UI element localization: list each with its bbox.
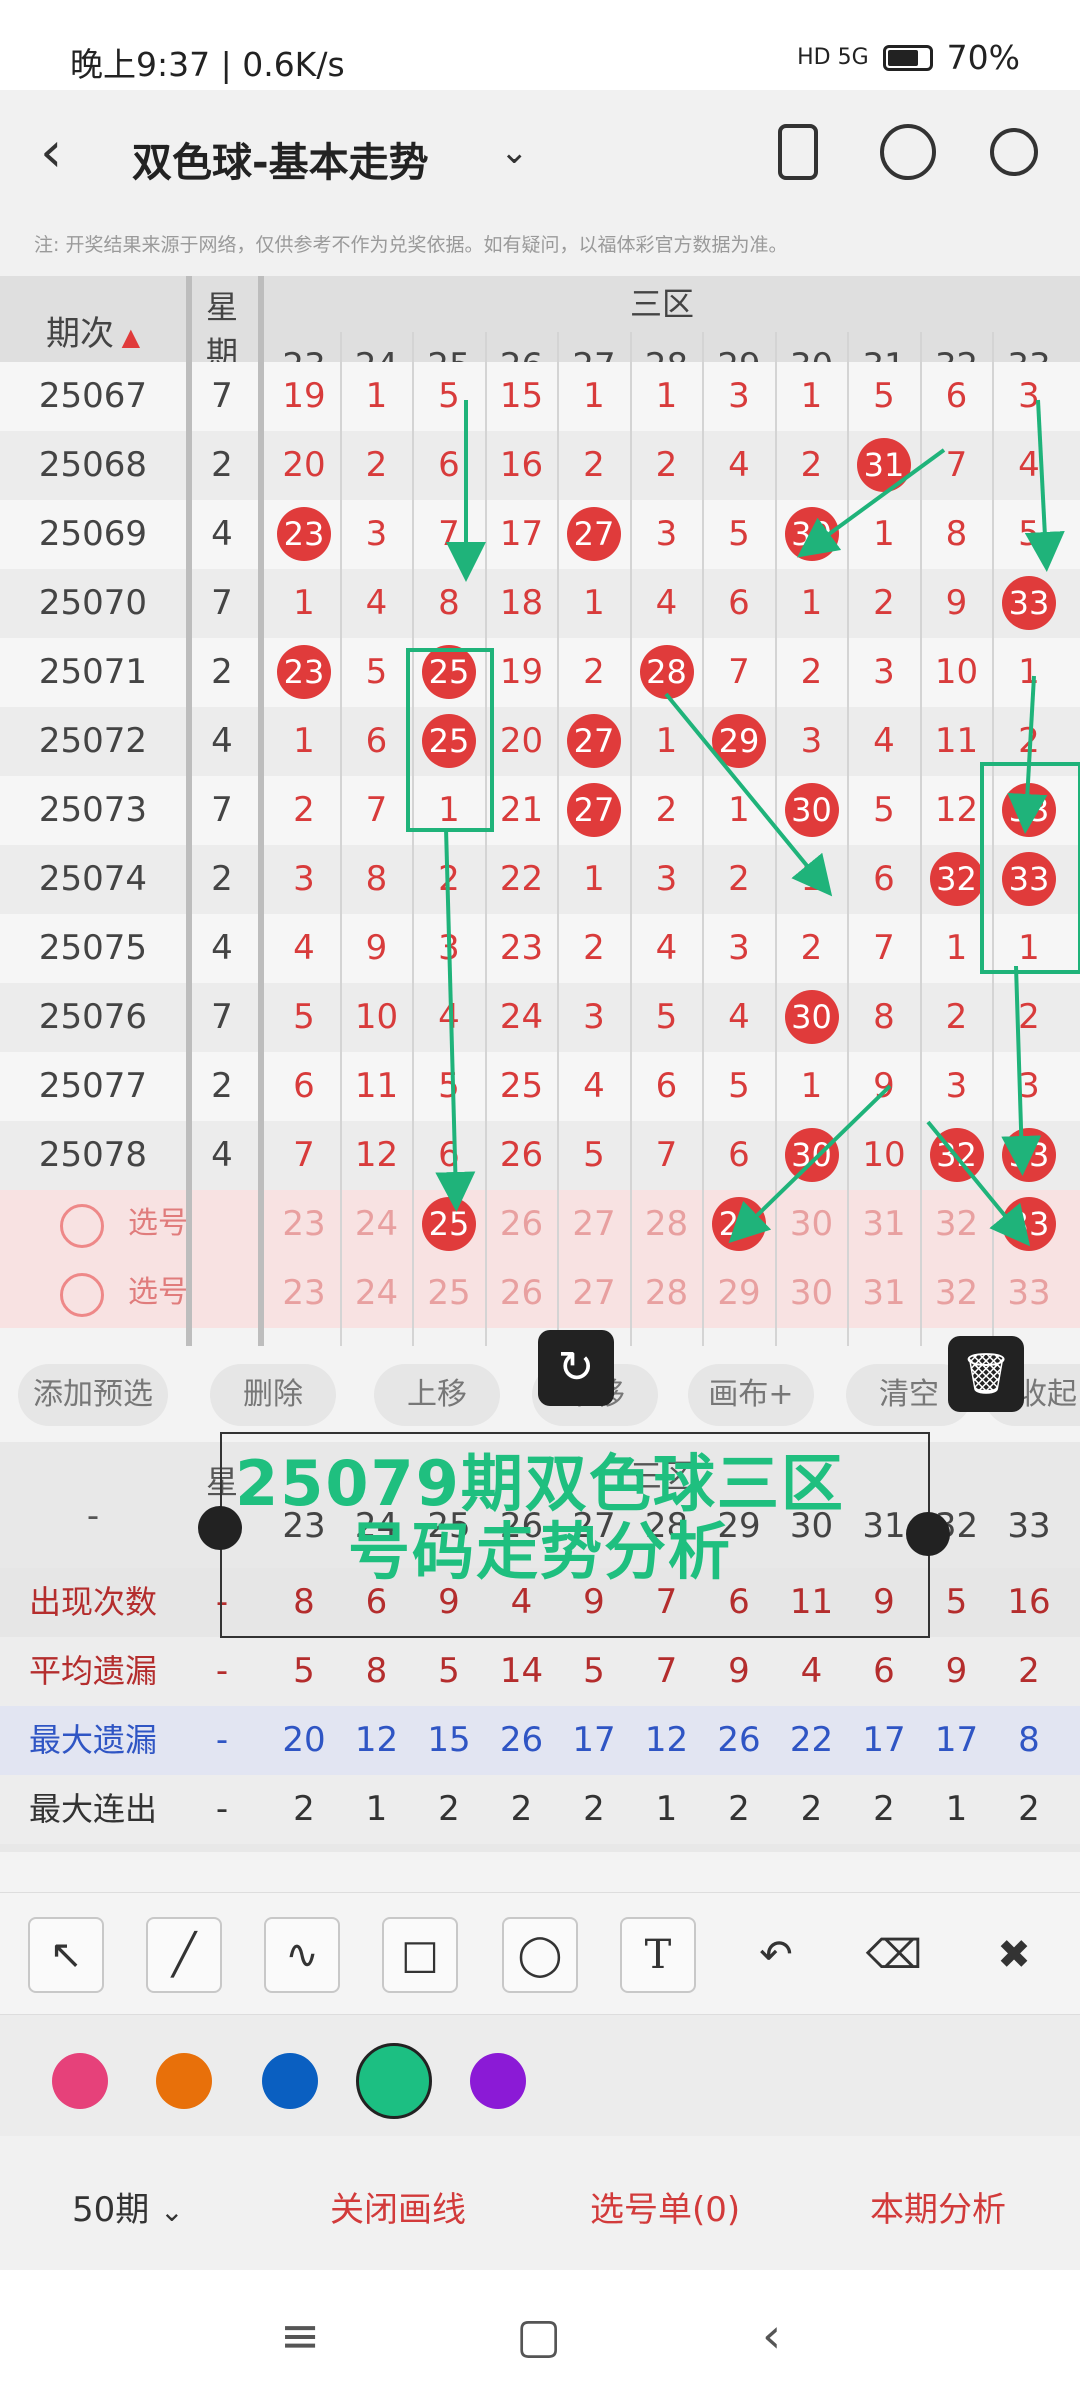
stats-value: 2	[1018, 1789, 1040, 1829]
stats-value: 9	[728, 1651, 750, 1691]
line-tool-icon[interactable]: ╱	[146, 1917, 222, 1993]
stats-value: 7	[655, 1651, 678, 1691]
circle-tool-icon[interactable]: ◯	[502, 1917, 578, 1993]
stats-value: 6	[873, 1651, 895, 1691]
clear-icon[interactable]: ✖	[976, 1917, 1052, 1993]
annotation-text-line1: 25079期双色球三区	[235, 1447, 845, 1520]
stats-dash: -	[215, 1651, 229, 1691]
stats-value: 9	[945, 1651, 968, 1691]
rect-tool-icon[interactable]: □	[382, 1917, 458, 1993]
stats-value: 2	[293, 1789, 315, 1829]
stats-value: 26	[717, 1720, 761, 1760]
color-swatch[interactable]	[52, 2053, 108, 2109]
annotation-text-line2: 号码走势分析	[347, 1515, 732, 1588]
stats-value: 17	[862, 1720, 906, 1760]
stats-value: 2	[583, 1789, 605, 1829]
home-icon[interactable]: ▢	[516, 2308, 561, 2364]
back-nav-icon[interactable]: ‹	[762, 2308, 781, 2364]
stats-value: 8	[365, 1651, 388, 1691]
stats-value: 2	[438, 1789, 460, 1829]
stats-value: 5	[438, 1651, 460, 1691]
stats-value: 2	[510, 1789, 533, 1829]
stats-value: 14	[499, 1651, 544, 1691]
stats-row: 最大连出 - 2 1 2 2 2 1 2 2 2 1 2	[0, 1775, 1080, 1844]
action-button[interactable]: 删除	[210, 1364, 336, 1426]
stats-value: 2	[1018, 1651, 1040, 1691]
bottom-bar: 50期 ⌄ 关闭画线 选号单(0) 本期分析	[0, 2136, 1080, 2270]
stats-dash: -	[215, 1789, 229, 1829]
color-swatch[interactable]	[156, 2053, 212, 2109]
app-root: { "status_bar":{"time":"晚上9:37 | 0.6K/s"…	[0, 0, 1080, 2400]
freehand-tool-icon[interactable]: ∿	[264, 1917, 340, 1993]
annotation-arrow	[1001, 965, 1042, 1176]
action-button[interactable]: 添加预选	[18, 1364, 168, 1426]
annotation-arrow	[664, 692, 833, 897]
annotation-arrow	[797, 448, 946, 558]
stats-value: 17	[934, 1720, 979, 1760]
refresh-icon[interactable]: ↻	[538, 1330, 614, 1406]
color-swatch[interactable]	[262, 2053, 318, 2109]
stats-value: 12	[644, 1720, 689, 1760]
annotation-arrow	[435, 827, 476, 1212]
stats-value: 1	[655, 1789, 678, 1829]
chevron-down-icon: ⌄	[160, 2195, 184, 2228]
annotation-arrow	[1007, 675, 1048, 834]
stats-value: 2	[873, 1789, 895, 1829]
color-palette	[0, 2014, 1080, 2136]
menu-icon[interactable]: ≡	[280, 2308, 320, 2364]
close-line-button[interactable]: 关闭画线	[330, 2182, 466, 2231]
annotation-arrow	[926, 1120, 1031, 1247]
color-swatch[interactable]	[470, 2053, 526, 2109]
eraser-icon[interactable]: ⌫	[856, 1917, 932, 1993]
annotation-arrow	[728, 1084, 892, 1244]
undo-icon[interactable]: ↶	[738, 1917, 814, 1993]
stats-value: 1	[945, 1789, 968, 1829]
stats-value: 1	[365, 1789, 388, 1829]
trash-icon[interactable]: 🗑	[948, 1336, 1024, 1412]
stats-label: 最大遗漏	[28, 1721, 157, 1759]
stats-label: 平均遗漏	[28, 1652, 157, 1690]
stats-value: 20	[282, 1720, 326, 1760]
stats-value: 2	[728, 1789, 750, 1829]
stats-label: 最大连出	[28, 1790, 157, 1828]
stats-value: 5	[293, 1651, 315, 1691]
annotation-text: 25079期双色球三区 号码走势分析	[150, 1450, 930, 1586]
annotation-arrow	[1024, 399, 1065, 572]
action-button[interactable]: 上移	[374, 1364, 500, 1426]
pick-list-button[interactable]: 选号单(0)	[590, 2182, 740, 2231]
stats-value: 22	[789, 1720, 834, 1760]
period-select[interactable]: 50期 ⌄	[72, 2182, 184, 2231]
stats-value: 26	[499, 1720, 544, 1760]
stats-dash: -	[215, 1720, 229, 1760]
stats-value: 5	[945, 1582, 968, 1622]
analysis-button[interactable]: 本期分析	[870, 2182, 1006, 2231]
stats-value: 5	[583, 1651, 605, 1691]
stats-row: 平均遗漏 - 5 8 5 14 5 7 9 4 6 9 2	[0, 1637, 1080, 1706]
stats-value: 17	[572, 1720, 616, 1760]
annotation-box	[406, 648, 494, 832]
annotation-box	[980, 762, 1080, 974]
stats-value: 2	[800, 1789, 823, 1829]
stats-col-header: 33	[1007, 1506, 1051, 1546]
stats-value: 4	[800, 1651, 823, 1691]
stats-value: 16	[1007, 1582, 1051, 1622]
system-nav-bar: ≡ ▢ ‹	[0, 2270, 1080, 2400]
stats-value: 8	[1018, 1720, 1040, 1760]
color-swatch[interactable]	[356, 2043, 432, 2119]
stats-value: 12	[354, 1720, 399, 1760]
draw-toolbar: ↖ ╱ ∿ □ ◯ T ↶ ⌫ ✖	[0, 1892, 1080, 2014]
stats-row: 最大遗漏 - 20 12 15 26 17 12 26 22 17 17 8	[0, 1706, 1080, 1775]
text-tool-icon[interactable]: T	[620, 1917, 696, 1993]
stats-value: 15	[427, 1720, 471, 1760]
action-button[interactable]: 画布+	[688, 1364, 814, 1426]
arrow-tool-icon[interactable]: ↖	[28, 1917, 104, 1993]
